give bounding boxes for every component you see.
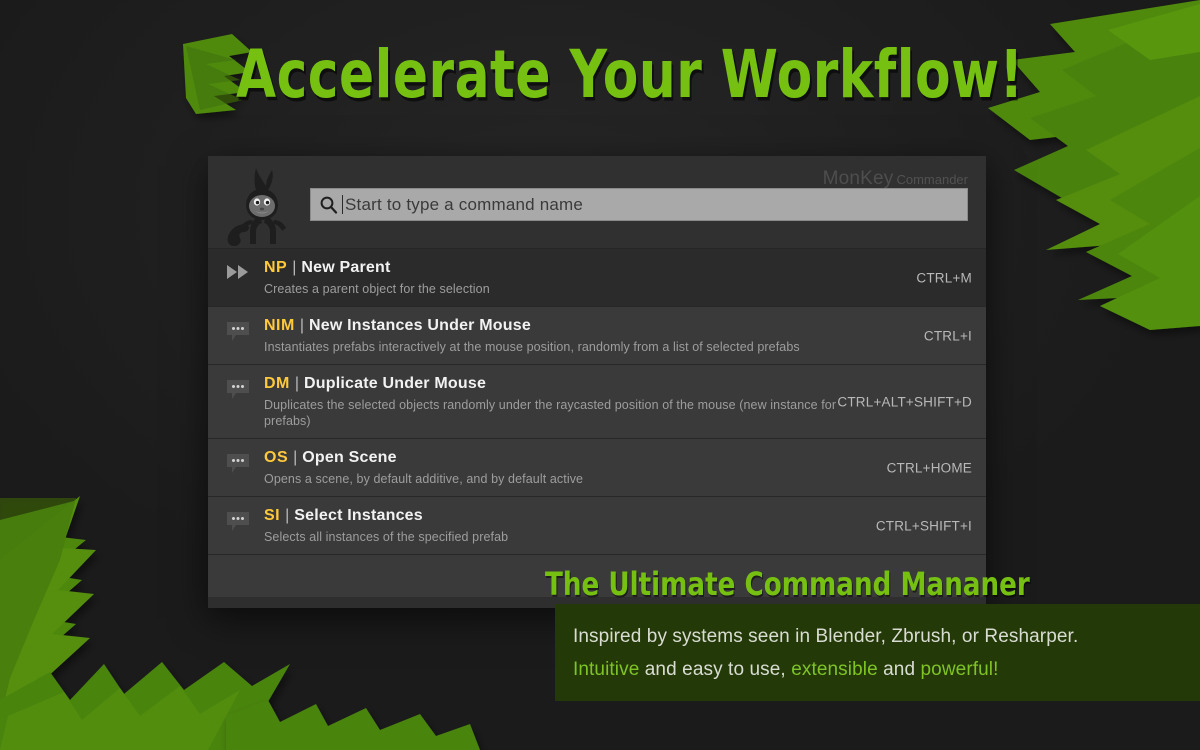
command-abbr: DM [264,375,290,392]
command-title: DM | Duplicate Under Mouse [264,374,856,394]
command-shortcut: CTRL+SHIFT+I [875,518,972,533]
command-name: Duplicate Under Mouse [304,375,487,392]
caption-highlight-intuitive: Intuitive [573,659,640,680]
search-icon [319,195,338,214]
caption-highlight-powerful: powerful! [920,659,999,680]
command-list: NP | New Parent Creates a parent object fo… [208,249,986,555]
command-description: Opens a scene, by default additive, and … [264,472,584,486]
command-description: Duplicates the selected objects randomly… [264,398,837,428]
caption-text: and [877,659,921,680]
command-description: Instantiates prefabs interactively at th… [264,340,800,354]
caption-title: The Ultimate Command Mananer [545,566,1030,604]
brand-label: MonKey Commander [823,168,968,190]
command-row[interactable]: SI | Select Instances Selects all instance… [208,497,986,555]
command-title: OS | Open Scene [264,448,856,468]
page-title: Accelerate Your Workflow! [236,36,1024,113]
promo-banner: Accelerate Your Workflow! MonKey Command… [0,0,1200,750]
command-abbr: NIM [264,317,295,334]
command-shortcut: CTRL+I [923,328,972,343]
monkey-commander-window: MonKey Commander Start to type a command … [208,156,986,608]
text-caret [342,195,343,214]
speech-bubble-icon [226,321,252,343]
speech-bubble-icon [226,453,252,475]
leaf-bottom-center [226,700,480,750]
command-description: Selects all instances of the specified p… [264,530,509,544]
command-name: Open Scene [302,449,397,466]
command-separator: | [292,259,297,276]
caption-line-2: Intuitive and easy to use, extensible an… [573,653,1200,686]
command-name: New Parent [301,259,391,276]
brand-subtitle: Commander [896,172,968,187]
command-separator: | [293,449,298,466]
command-abbr: OS [264,449,289,466]
command-row[interactable]: NIM | New Instances Under Mouse Instantiat… [208,307,986,365]
command-shortcut: CTRL+ALT+SHIFT+D [837,394,972,409]
speech-bubble-icon [226,511,252,533]
command-title: NIM | New Instances Under Mouse [264,316,856,336]
command-shortcut: CTRL+M [916,270,972,285]
command-separator: | [294,375,300,392]
command-row[interactable]: NP | New Parent Creates a parent object fo… [208,249,986,307]
monkey-mascot-icon [216,162,308,246]
caption-box: Inspired by systems seen in Blender, Zbr… [555,604,1200,701]
command-abbr: SI [264,507,281,524]
command-name: New Instances Under Mouse [308,317,531,334]
fast-forward-icon [226,263,252,285]
command-row[interactable]: OS | Open Scene Opens a scene, by default … [208,439,986,497]
caption-text: and easy to use, [639,659,792,680]
caption-line-1: Inspired by systems seen in Blender, Zbr… [573,626,1079,647]
command-separator: | [299,317,304,334]
search-placeholder: Start to type a command name [345,194,584,214]
window-header: MonKey Commander Start to type a command … [208,156,986,249]
command-separator: | [285,507,290,524]
command-description: Creates a parent object for the selectio… [264,282,490,296]
command-abbr: NP [264,259,288,276]
search-input[interactable]: Start to type a command name [310,188,968,221]
brand-name: MonKey [822,168,894,189]
command-row[interactable]: DM | Duplicate Under Mouse Duplicates the … [208,365,986,439]
command-title: NP | New Parent [264,258,856,278]
caption-highlight-extensible: extensible [791,659,878,680]
command-shortcut: CTRL+HOME [886,460,972,475]
command-title: SI | Select Instances [264,506,856,526]
command-name: Select Instances [294,507,423,524]
speech-bubble-icon [226,379,252,401]
leaf-top-left-edge [0,0,26,34]
